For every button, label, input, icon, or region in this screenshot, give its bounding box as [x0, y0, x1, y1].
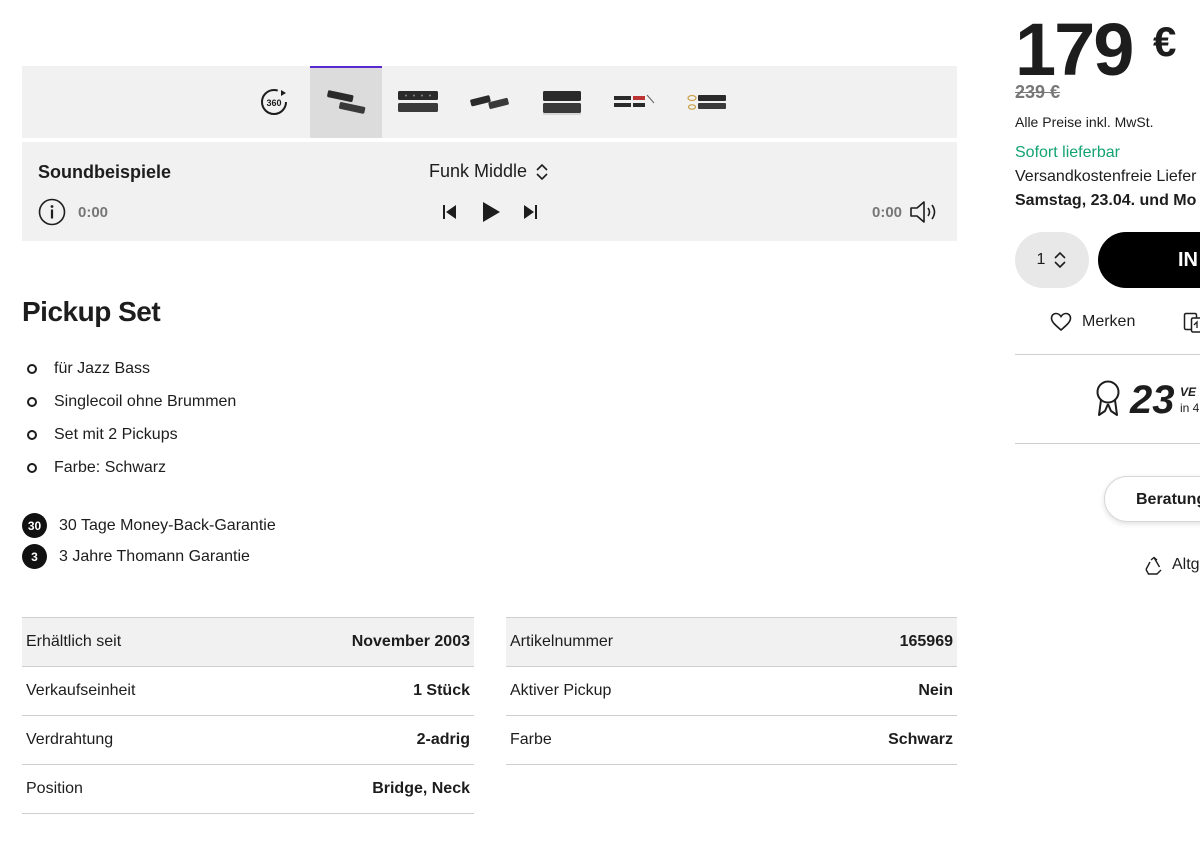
award-label: VE [1180, 385, 1197, 399]
table-row: Farbe Schwarz [506, 715, 957, 765]
volume-icon[interactable] [908, 198, 942, 226]
spec-label: Position [22, 764, 240, 814]
pickup-image-icon [327, 90, 366, 114]
guarantee-badge: 30 [22, 513, 47, 538]
table-row: Aktiver Pickup Nein [506, 666, 957, 716]
sound-preset-select[interactable]: Funk Middle [429, 161, 549, 182]
shipping-info: Versandkostenfreie Liefer [1015, 168, 1197, 185]
current-time: 0:00 [78, 204, 109, 221]
spec-value: Bridge, Neck [239, 764, 474, 814]
spec-value: 2-adrig [239, 715, 474, 765]
price-currency: € [1153, 18, 1177, 65]
award-ribbon-icon [1096, 380, 1120, 416]
chevron-up-down-icon [1054, 251, 1067, 269]
delivery-date: Samstag, 23.04. und Mo [1015, 192, 1197, 209]
thumbnail-pickup-pair-side[interactable] [454, 66, 526, 138]
divider [1015, 443, 1200, 444]
rotate-360-icon: 360 [261, 89, 287, 115]
guarantee-badge: 3 [22, 544, 47, 569]
used-return-link[interactable]: Altg [1172, 556, 1200, 574]
price: 179 [1015, 8, 1134, 91]
guarantee-text: 3 Jahre Thomann Garantie [59, 547, 250, 565]
guarantee-warranty: 3 3 Jahre Thomann Garantie [22, 544, 250, 569]
spec-value: November 2003 [239, 617, 474, 667]
old-price: 239 € [1015, 82, 1061, 102]
next-track-icon[interactable] [520, 200, 540, 224]
feature-item: Farbe: Schwarz [22, 454, 236, 487]
thumbnail-pickup-with-cables[interactable] [670, 66, 742, 138]
previous-track-icon[interactable] [440, 200, 460, 224]
divider [1015, 354, 1200, 355]
spec-value: 165969 [778, 617, 957, 667]
feature-item: für Jazz Bass [22, 355, 236, 388]
thumbnail-pickup-parts[interactable] [598, 66, 670, 138]
quantity-value: 1 [1036, 251, 1046, 268]
wishlist-button[interactable]: Merken [1050, 312, 1135, 332]
product-title: Pickup Set [22, 296, 161, 327]
total-time: 0:00 [872, 204, 903, 221]
chevron-up-down-icon [536, 163, 548, 180]
pickup-image-icon [543, 91, 581, 115]
spec-label: Verkaufseinheit [22, 666, 240, 716]
table-row: Verdrahtung 2-adrig [22, 715, 474, 765]
thumbnail-pickup-pair-front[interactable] [382, 66, 454, 138]
wishlist-label: Merken [1082, 313, 1136, 330]
feature-list: für Jazz Bass Singlecoil ohne Brummen Se… [22, 355, 236, 487]
play-icon[interactable] [479, 198, 503, 226]
pickup-image-icon [470, 95, 509, 109]
table-row: Artikelnummer 165969 [506, 617, 957, 667]
quantity-selector[interactable]: 1 [1015, 232, 1089, 288]
spec-label: Farbe [506, 715, 779, 765]
pickup-image-icon [614, 94, 655, 107]
sound-examples-title: Soundbeispiele [38, 162, 172, 182]
image-thumbnail-strip: 360 [22, 66, 957, 138]
spec-table-right: Artikelnummer 165969 Aktiver Pickup Nein… [506, 617, 957, 765]
guarantee-text: 30 Tage Money-Back-Garantie [59, 516, 276, 534]
sound-preset-label: Funk Middle [429, 161, 528, 181]
vat-note: Alle Preise inkl. MwSt. [1015, 114, 1154, 130]
compare-icon[interactable] [1183, 312, 1200, 334]
sound-examples-panel: Soundbeispiele Funk Middle 0:00 0:00 [22, 142, 957, 241]
thumbnail-pickup-pair-stacked[interactable] [526, 66, 598, 138]
feature-item: Singlecoil ohne Brummen [22, 388, 236, 421]
add-to-cart-button[interactable]: IN [1098, 232, 1200, 288]
table-row: Position Bridge, Neck [22, 764, 474, 814]
feature-item: Set mit 2 Pickups [22, 421, 236, 454]
pickup-image-icon [687, 94, 726, 110]
spec-table-left: Erhältlich seit November 2003 Verkaufsei… [22, 617, 474, 814]
view-360-button[interactable]: 360 [238, 66, 310, 138]
spec-label: Artikelnummer [506, 617, 779, 667]
heart-icon [1050, 312, 1072, 332]
advice-button[interactable]: Beratung [1104, 476, 1200, 522]
svg-text:360: 360 [266, 98, 281, 108]
spec-label: Erhältlich seit [22, 617, 240, 667]
info-icon[interactable] [38, 198, 66, 226]
availability-status: Sofort lieferbar [1015, 144, 1120, 161]
table-row: Erhältlich seit November 2003 [22, 617, 474, 667]
pickup-image-icon [398, 91, 438, 112]
recycle-icon [1145, 556, 1162, 575]
spec-label: Aktiver Pickup [506, 666, 779, 716]
spec-value: Nein [778, 666, 957, 716]
table-row: Verkaufseinheit 1 Stück [22, 666, 474, 716]
award-subtext: in 4 [1180, 401, 1200, 415]
spec-value: Schwarz [778, 715, 957, 765]
guarantee-money-back: 30 30 Tage Money-Back-Garantie [22, 513, 276, 538]
spec-value: 1 Stück [239, 666, 474, 716]
spec-label: Verdrahtung [22, 715, 240, 765]
award-count: 23 [1130, 378, 1175, 422]
thumbnail-pickup-pair-angled[interactable] [310, 66, 382, 138]
